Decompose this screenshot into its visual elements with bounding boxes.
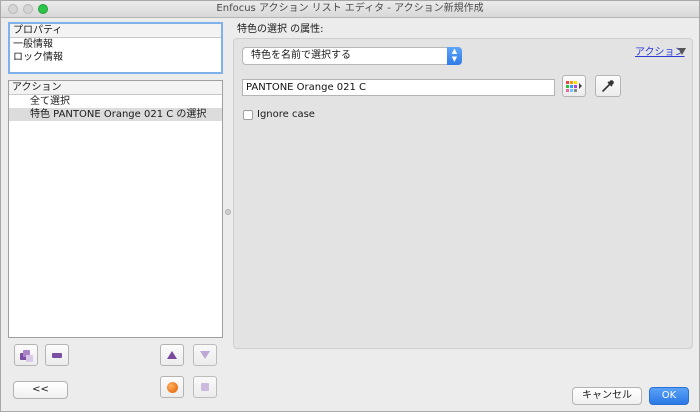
selection-method-value: 特色を名前で選択する xyxy=(251,50,351,61)
splitter-handle[interactable] xyxy=(225,209,231,215)
ok-button[interactable]: OK xyxy=(649,387,689,405)
move-down-button[interactable] xyxy=(193,344,217,366)
stop-action-button[interactable] xyxy=(193,376,217,398)
selection-method-select[interactable]: 特色を名前で選択する ▲ ▼ xyxy=(242,47,462,65)
attributes-label: 特色の選択 の属性: xyxy=(237,24,324,35)
color-palette-button[interactable] xyxy=(562,75,586,97)
eyedropper-icon xyxy=(602,80,614,92)
move-up-button[interactable] xyxy=(160,344,184,366)
properties-list[interactable]: プロパティ 一般情報 ロック情報 xyxy=(8,22,223,74)
add-actions-icon xyxy=(20,349,33,362)
eyedropper-button[interactable] xyxy=(595,75,621,97)
palette-arrow-icon xyxy=(579,83,582,89)
select-chevron-icon: ▲ ▼ xyxy=(447,47,462,65)
run-action-icon xyxy=(166,381,178,393)
action-item-select-all[interactable]: 全て選択 xyxy=(9,95,222,108)
cancel-button[interactable]: キャンセル xyxy=(572,387,642,405)
actions-list[interactable]: アクション 全て選択 特色 PANTONE Orange 021 C の選択 xyxy=(8,80,223,338)
move-down-icon xyxy=(200,351,210,359)
window-title: Enfocus アクション リスト エディタ - アクション新規作成 xyxy=(216,3,484,14)
action-item-select-spot-color[interactable]: 特色 PANTONE Orange 021 C の選択 xyxy=(9,108,222,121)
properties-header: プロパティ xyxy=(10,24,221,38)
collapse-back-button[interactable]: << xyxy=(13,381,68,399)
action-menu-arrow-icon[interactable] xyxy=(678,48,686,55)
move-up-icon xyxy=(167,351,177,359)
action-list-editor-window: Enfocus アクション リスト エディタ - アクション新規作成 プロパティ… xyxy=(0,0,700,412)
add-actions-button[interactable] xyxy=(14,344,38,366)
stop-action-icon xyxy=(201,383,209,391)
remove-action-button[interactable] xyxy=(45,344,69,366)
ignore-case-label[interactable]: Ignore case xyxy=(257,108,315,121)
run-action-button[interactable] xyxy=(160,376,184,398)
actions-header: アクション xyxy=(9,81,222,95)
remove-action-icon xyxy=(52,352,62,358)
title-bar: Enfocus アクション リスト エディタ - アクション新規作成 xyxy=(1,1,699,18)
properties-item-lock[interactable]: ロック情報 xyxy=(10,51,221,64)
ignore-case-checkbox[interactable] xyxy=(243,110,253,120)
color-palette-icon xyxy=(566,80,577,92)
color-name-input[interactable] xyxy=(242,79,555,96)
properties-item-general[interactable]: 一般情報 xyxy=(10,38,221,51)
